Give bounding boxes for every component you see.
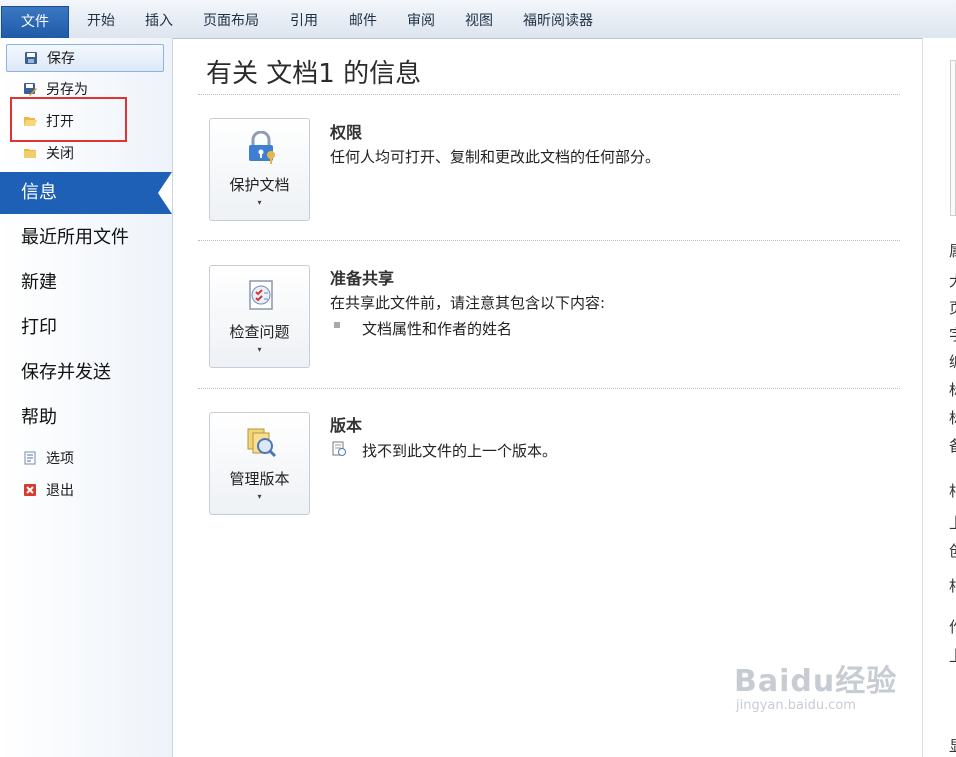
exit-icon (24, 484, 36, 496)
nav-recent[interactable]: 最近所用文件 (0, 217, 172, 259)
tab-review[interactable]: 审阅 (407, 6, 435, 36)
tab-view[interactable]: 视图 (465, 6, 493, 36)
bullet-icon (334, 322, 340, 328)
options-label: 选项 (46, 451, 74, 467)
protect-document-button[interactable]: 保护文档 ▾ (209, 118, 310, 221)
check-for-issues-label: 检查问题 (229, 323, 290, 341)
property-group-label: 作 (949, 616, 956, 637)
permissions-description: 任何人均可打开、复制和更改此文档的任何部分。 (330, 148, 661, 166)
watermark-logo-text: Baidu经验 (734, 664, 898, 699)
versions-heading: 版本 (330, 416, 363, 435)
page-title: 有关 文档1 的信息 (206, 59, 422, 89)
close-command[interactable]: 关闭 (6, 140, 164, 168)
property-label: 相 (949, 575, 956, 596)
save-icon (25, 52, 37, 64)
tab-home[interactable]: 开始 (87, 6, 115, 36)
tab-file[interactable]: 文件 (1, 6, 69, 38)
property-label: 上 (949, 512, 956, 533)
nav-save-send[interactable]: 保存并发送 (0, 352, 172, 394)
checklist-icon (249, 280, 273, 310)
title-divider (198, 94, 900, 95)
property-label: 字 (949, 324, 956, 345)
prepare-sharing-description: 在共享此文件前，请注意其包含以下内容: (330, 294, 606, 312)
versions-icon (247, 428, 277, 458)
manage-versions-label: 管理版本 (229, 470, 290, 488)
options-icon (24, 451, 36, 465)
property-group-label: 相 (949, 480, 956, 501)
nav-info[interactable]: 信息 (0, 172, 172, 214)
protect-document-label: 保护文档 (229, 176, 290, 194)
save-as-icon (24, 83, 37, 96)
property-label: 备 (949, 435, 956, 456)
open-highlight-annotation (10, 97, 127, 142)
chevron-down-icon: ▾ (257, 345, 262, 354)
property-label: 大 (949, 270, 956, 291)
baidu-jingyan-watermark: Baidu经验 jingyan.baidu.com (734, 656, 897, 713)
manage-versions-button[interactable]: 管理版本 ▾ (209, 412, 310, 515)
property-label: 创 (949, 540, 956, 561)
property-label: 标 (949, 407, 956, 428)
save-command[interactable]: 保存 (6, 44, 164, 72)
property-label: 标 (949, 379, 956, 400)
property-label: 显 (949, 735, 956, 756)
check-for-issues-button[interactable]: 检查问题 ▾ (209, 265, 310, 368)
chevron-down-icon: ▾ (257, 198, 262, 207)
document-preview-thumbnail[interactable] (950, 60, 956, 216)
watermark-url: jingyan.baidu.com (736, 698, 856, 713)
tab-page-layout[interactable]: 页面布局 (203, 6, 259, 36)
tab-foxit-reader[interactable]: 福昕阅读器 (523, 6, 593, 36)
no-previous-version-item: 找不到此文件的上一个版本。 (362, 442, 558, 460)
close-label: 关闭 (46, 146, 74, 162)
document-version-icon (332, 441, 346, 456)
permissions-heading: 权限 (330, 123, 363, 142)
section-divider (198, 240, 900, 241)
ribbon-tabs: 文件 开始 插入 页面布局 引用 邮件 审阅 视图 福昕阅读器 (0, 0, 956, 39)
tab-mailings[interactable]: 邮件 (349, 6, 377, 36)
property-label: 属 (949, 240, 956, 261)
tab-references[interactable]: 引用 (290, 6, 318, 36)
tab-insert[interactable]: 插入 (145, 6, 173, 36)
exit-label: 退出 (46, 483, 74, 499)
chevron-down-icon: ▾ (257, 492, 262, 501)
section-divider (198, 388, 900, 389)
property-label: 上 (949, 645, 956, 666)
close-folder-icon (24, 149, 36, 158)
property-label: 编 (949, 351, 956, 372)
prepare-sharing-heading: 准备共享 (330, 269, 395, 288)
save-label: 保存 (47, 51, 75, 67)
exit-command[interactable]: 退出 (6, 477, 164, 505)
document-properties-item: 文档属性和作者的姓名 (362, 320, 513, 338)
backstage-sidebar: 保存 另存为 打开 关闭 信息 最近所用文件 新建 打印 保存并发送 帮助 选项… (0, 38, 173, 757)
nav-new[interactable]: 新建 (0, 262, 172, 304)
property-label: 页 (949, 297, 956, 318)
options-command[interactable]: 选项 (6, 445, 164, 473)
lock-keys-icon (249, 131, 275, 164)
save-as-label: 另存为 (46, 82, 88, 98)
nav-help[interactable]: 帮助 (0, 397, 172, 439)
nav-print[interactable]: 打印 (0, 307, 172, 349)
